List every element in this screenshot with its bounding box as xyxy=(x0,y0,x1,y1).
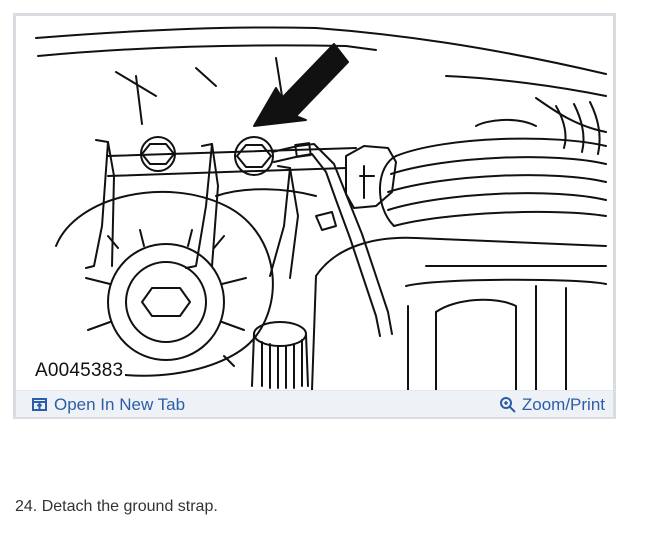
figure-id-label: A0045383 xyxy=(33,360,126,382)
zoom-magnifier-icon xyxy=(499,396,517,414)
open-in-new-tab-label: Open In New Tab xyxy=(54,395,186,414)
zoom-print-link[interactable]: Zoom/Print xyxy=(499,395,605,415)
figure-frame: A0045383 Open In New Tab Zoom/Print xyxy=(13,13,616,419)
zoom-print-label: Zoom/Print xyxy=(521,395,605,414)
step-instruction: 24. Detach the ground strap. xyxy=(15,498,218,515)
engine-illustration[interactable]: A0045383 xyxy=(16,16,613,390)
open-in-new-tab-link[interactable]: Open In New Tab xyxy=(31,395,185,415)
open-new-tab-icon xyxy=(31,396,49,414)
figure-toolbar: Open In New Tab Zoom/Print xyxy=(16,390,613,417)
engine-line-drawing xyxy=(35,26,607,390)
